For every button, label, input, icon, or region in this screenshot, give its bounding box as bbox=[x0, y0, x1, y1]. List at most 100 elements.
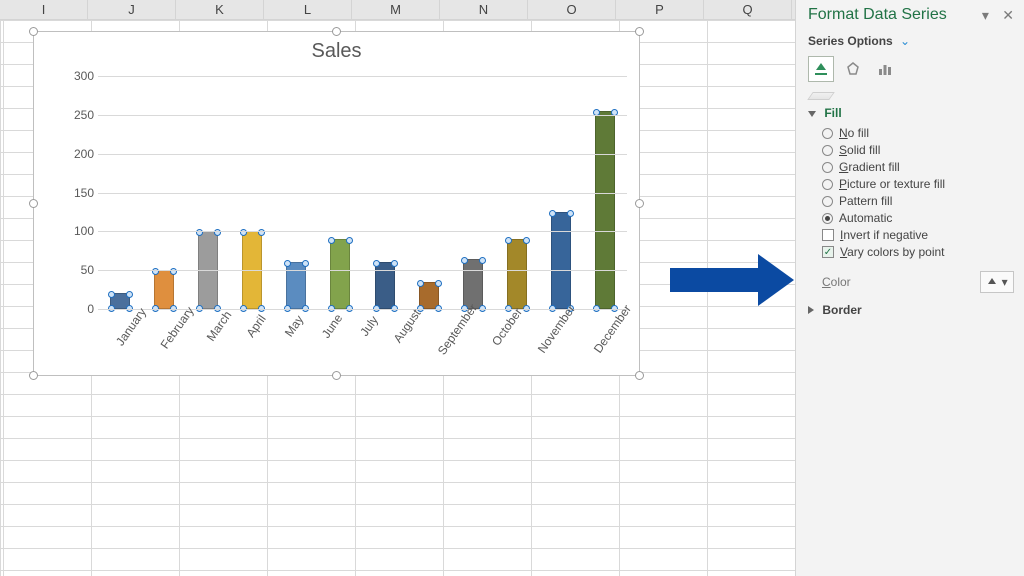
radio-icon bbox=[822, 213, 833, 224]
data-bar[interactable] bbox=[507, 239, 527, 309]
column-header[interactable]: N bbox=[440, 0, 528, 19]
data-point-handle[interactable] bbox=[391, 260, 398, 267]
y-tick-label: 150 bbox=[74, 186, 94, 200]
data-point-handle[interactable] bbox=[567, 210, 574, 217]
data-point-handle[interactable] bbox=[373, 260, 380, 267]
chart-gridline bbox=[98, 270, 627, 271]
resize-handle[interactable] bbox=[332, 371, 341, 380]
chart-gridline bbox=[98, 231, 627, 232]
resize-handle[interactable] bbox=[635, 199, 644, 208]
fill-radio-picture[interactable]: Picture or texture fill bbox=[822, 177, 1014, 191]
fill-radio-solid[interactable]: Solid fill bbox=[822, 143, 1014, 157]
data-point-handle[interactable] bbox=[328, 237, 335, 244]
column-header[interactable]: M bbox=[352, 0, 440, 19]
radio-label: Pattern fill bbox=[839, 194, 892, 208]
data-bar[interactable] bbox=[154, 270, 174, 309]
column-header[interactable]: K bbox=[176, 0, 264, 19]
color-label: Color bbox=[822, 275, 980, 289]
data-point-handle[interactable] bbox=[523, 237, 530, 244]
resize-handle[interactable] bbox=[29, 371, 38, 380]
border-section-label: Border bbox=[822, 303, 861, 317]
radio-label: Picture or texture fill bbox=[839, 177, 945, 191]
resize-handle[interactable] bbox=[29, 199, 38, 208]
resize-handle[interactable] bbox=[29, 27, 38, 36]
fill-radio-pattern[interactable]: Pattern fill bbox=[822, 194, 1014, 208]
data-bar[interactable] bbox=[551, 212, 571, 309]
data-point-handle[interactable] bbox=[284, 260, 291, 267]
y-tick-label: 300 bbox=[74, 69, 94, 83]
checkbox-icon: ✓ bbox=[822, 246, 834, 258]
effects-icon[interactable] bbox=[840, 56, 866, 82]
checkbox-label: Invert if negative bbox=[840, 228, 928, 242]
resize-handle[interactable] bbox=[635, 371, 644, 380]
radio-label: Solid fill bbox=[839, 143, 880, 157]
column-header[interactable]: J bbox=[88, 0, 176, 19]
data-point-handle[interactable] bbox=[549, 210, 556, 217]
fill-radio-automatic[interactable]: Automatic bbox=[822, 211, 1014, 225]
checkbox-icon bbox=[822, 229, 834, 241]
data-point-handle[interactable] bbox=[505, 237, 512, 244]
color-picker-button[interactable]: ▾ bbox=[980, 271, 1014, 293]
column-header[interactable]: I bbox=[0, 0, 88, 19]
column-header[interactable]: P bbox=[616, 0, 704, 19]
series-options-icon[interactable] bbox=[872, 56, 898, 82]
fill-radio-no_fill[interactable]: No fill bbox=[822, 126, 1014, 140]
radio-icon bbox=[822, 179, 833, 190]
y-tick-label: 50 bbox=[81, 263, 94, 277]
radio-label: Automatic bbox=[839, 211, 892, 225]
column-header[interactable]: O bbox=[528, 0, 616, 19]
chart-title[interactable]: Sales bbox=[34, 40, 639, 63]
format-pane: Format Data Series ▾ ✕ Series Options ⌄ … bbox=[795, 0, 1024, 576]
data-bar[interactable] bbox=[419, 282, 439, 309]
pane-options-icon[interactable]: ▾ bbox=[982, 7, 989, 23]
y-tick-label: 100 bbox=[74, 224, 94, 238]
data-point-handle[interactable] bbox=[417, 280, 424, 287]
chart-gridline bbox=[98, 76, 627, 77]
data-point-handle[interactable] bbox=[479, 257, 486, 264]
data-bar[interactable] bbox=[330, 239, 350, 309]
radio-icon bbox=[822, 196, 833, 207]
fill-check-invert[interactable]: Invert if negative bbox=[822, 228, 1014, 242]
column-header[interactable]: L bbox=[264, 0, 352, 19]
chart-x-axis[interactable]: JanuaryFebruaryMarchAprilMayJuneJulyAugu… bbox=[98, 309, 627, 361]
chart-y-axis[interactable]: 050100150200250300 bbox=[62, 76, 96, 309]
pane-close-icon[interactable]: ✕ bbox=[1002, 7, 1014, 23]
y-tick-label: 250 bbox=[74, 108, 94, 122]
collapse-icon bbox=[808, 111, 816, 117]
data-point-handle[interactable] bbox=[126, 291, 133, 298]
data-bar[interactable] bbox=[595, 111, 615, 309]
fill-section-header[interactable]: Fill bbox=[808, 106, 1014, 120]
checkbox-label: Vary colors by point bbox=[840, 245, 945, 259]
chart-gridline bbox=[98, 115, 627, 116]
resize-handle[interactable] bbox=[332, 27, 341, 36]
fill-section-label: Fill bbox=[824, 106, 841, 120]
radio-label: No fill bbox=[839, 126, 869, 140]
column-header[interactable]: Q bbox=[704, 0, 792, 19]
data-point-handle[interactable] bbox=[346, 237, 353, 244]
annotation-arrow bbox=[670, 254, 800, 306]
fill-line-icon[interactable] bbox=[808, 56, 834, 82]
column-header-row: IJKLMNOPQ bbox=[0, 0, 795, 20]
fill-color-row: Color ▾ bbox=[822, 271, 1014, 293]
pane-title: Format Data Series bbox=[808, 6, 972, 24]
chart-gridline bbox=[98, 193, 627, 194]
border-section-header[interactable]: Border bbox=[808, 303, 1014, 317]
chart-gridline bbox=[98, 154, 627, 155]
data-point-handle[interactable] bbox=[108, 291, 115, 298]
chart-plot-area[interactable] bbox=[98, 76, 627, 309]
embedded-chart[interactable]: Sales 050100150200250300 JanuaryFebruary… bbox=[33, 31, 640, 376]
series-options-label: Series Options bbox=[808, 34, 893, 48]
chevron-down-icon: ⌄ bbox=[900, 34, 910, 48]
data-point-handle[interactable] bbox=[435, 280, 442, 287]
expand-icon bbox=[808, 306, 814, 314]
radio-icon bbox=[822, 145, 833, 156]
fill-check-vary[interactable]: ✓ Vary colors by point bbox=[822, 245, 1014, 259]
radio-icon bbox=[822, 128, 833, 139]
radio-icon bbox=[822, 162, 833, 173]
decorative-divider bbox=[807, 92, 835, 100]
data-point-handle[interactable] bbox=[461, 257, 468, 264]
fill-radio-gradient[interactable]: Gradient fill bbox=[822, 160, 1014, 174]
series-options-dropdown[interactable]: Series Options ⌄ bbox=[808, 34, 1014, 48]
resize-handle[interactable] bbox=[635, 27, 644, 36]
data-point-handle[interactable] bbox=[302, 260, 309, 267]
